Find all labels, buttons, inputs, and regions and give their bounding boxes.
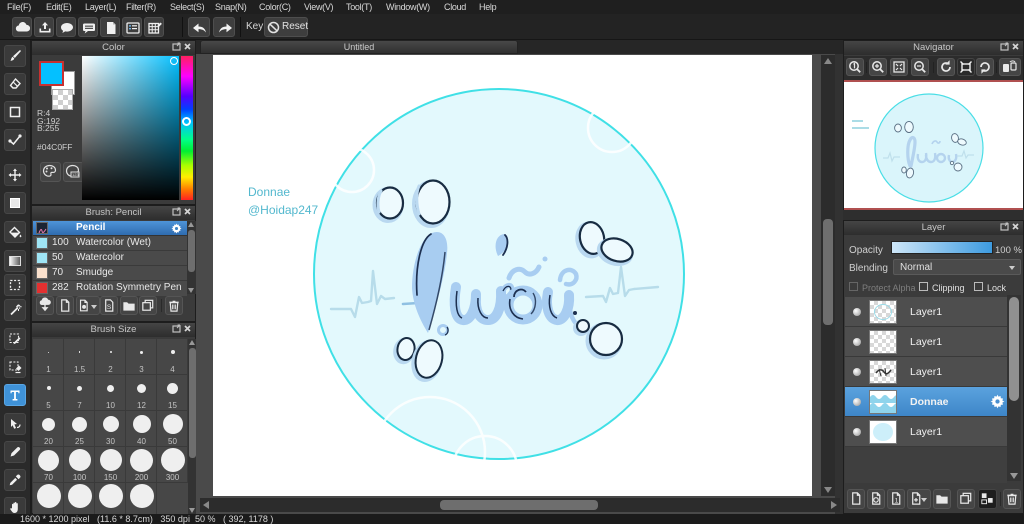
svg-text:Donnae: Donnae bbox=[248, 185, 290, 199]
svg-text:1: 1 bbox=[895, 498, 899, 505]
svg-text:S: S bbox=[107, 304, 112, 311]
svg-text:@Hoidap247: @Hoidap247 bbox=[248, 203, 319, 217]
svg-text:123: 123 bbox=[72, 172, 79, 177]
